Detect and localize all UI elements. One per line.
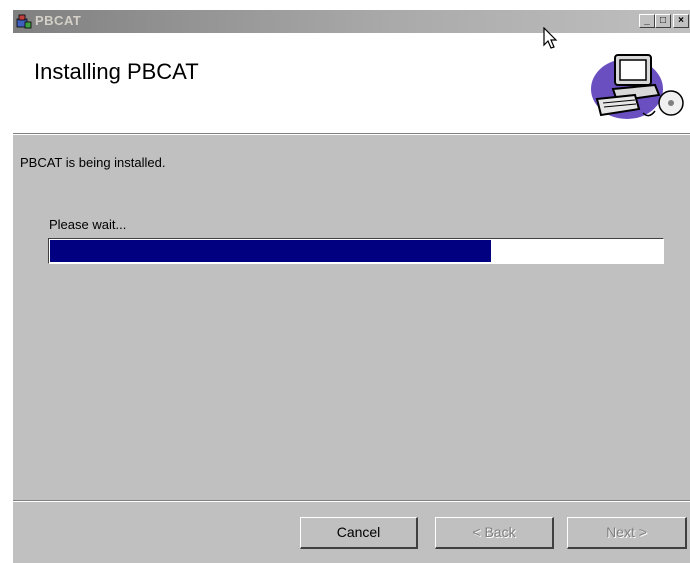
header-divider	[13, 133, 690, 135]
status-text: PBCAT is being installed.	[20, 155, 166, 170]
title-bar[interactable]: PBCAT _ □ ×	[13, 10, 690, 33]
install-progress-bar	[48, 238, 664, 264]
wait-label: Please wait...	[49, 217, 127, 232]
back-button[interactable]: < Back	[435, 517, 554, 549]
progress-fill	[50, 240, 491, 262]
next-button[interactable]: Next >	[567, 517, 687, 549]
page-title: Installing PBCAT	[34, 59, 199, 84]
close-button[interactable]: ×	[673, 14, 689, 28]
mouse-cursor-icon	[543, 27, 558, 49]
installer-window: PBCAT _ □ × Installing PBCAT PBCAT is be…	[13, 10, 690, 563]
maximize-button[interactable]: □	[655, 14, 671, 28]
footer-divider	[13, 500, 690, 502]
computer-with-cd-icon	[591, 54, 684, 119]
cancel-button[interactable]: Cancel	[300, 517, 418, 549]
header-banner: Installing PBCAT	[13, 33, 690, 133]
window-title: PBCAT	[35, 13, 82, 28]
minimize-button[interactable]: _	[639, 14, 655, 28]
installer-app-icon	[16, 14, 32, 29]
